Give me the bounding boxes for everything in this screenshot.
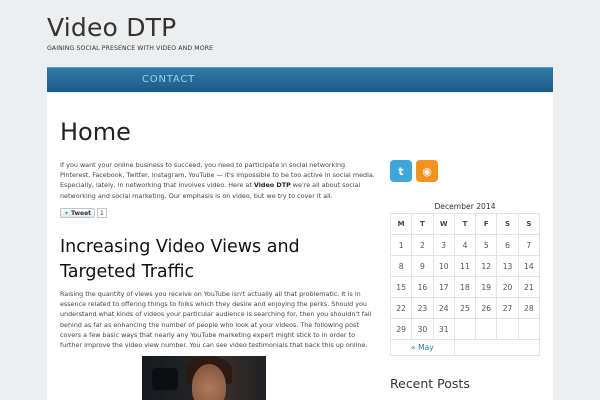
calendar-prev-link[interactable]: « May (411, 343, 434, 352)
calendar-day: 11 (453, 255, 477, 277)
calendar-next-cell (453, 339, 541, 356)
calendar-day: 28 (517, 297, 541, 319)
calendar-caption: December 2014 (434, 202, 496, 211)
calendar-day: 14 (517, 255, 541, 277)
calendar-day: 3 (432, 234, 455, 256)
calendar-week: 15 16 17 18 19 20 21 (389, 276, 541, 298)
calendar-day: 18 (453, 276, 477, 298)
social-icons: t ◉ (390, 160, 438, 182)
twitter-bird-icon: ✦ (64, 209, 70, 217)
post-title[interactable]: Increasing Video Views and Targeted Traf… (60, 235, 360, 285)
calendar-week: 29 30 31 (389, 318, 541, 340)
page-title: Home (60, 118, 131, 146)
calendar-day: 5 (475, 234, 498, 256)
calendar-day: 9 (411, 255, 434, 277)
calendar-widget: December 2014 M T W T F S S 1 2 3 4 5 6 … (389, 200, 541, 356)
main-nav: CONTACT (47, 67, 553, 92)
calendar-day (496, 318, 519, 340)
tweet-count: 1 (97, 208, 107, 218)
rss-icon[interactable]: ◉ (416, 160, 438, 182)
site-title[interactable]: Video DTP (47, 12, 213, 44)
calendar-day: 22 (389, 297, 413, 319)
camera-shape (152, 368, 178, 390)
calendar-day: 1 (389, 234, 413, 256)
calendar-day: 25 (453, 297, 477, 319)
calendar-day: 6 (496, 234, 519, 256)
post-featured-image (142, 356, 266, 400)
calendar-day: 20 (496, 276, 519, 298)
weekday-header: M (389, 213, 413, 235)
weekday-header: S (496, 213, 519, 235)
calendar-day: 27 (496, 297, 519, 319)
calendar-day (517, 318, 541, 340)
calendar-day: 21 (517, 276, 541, 298)
calendar-day: 16 (411, 276, 434, 298)
calendar-week: 22 23 24 25 26 27 28 (389, 297, 541, 319)
tweet-button[interactable]: ✦ Tweet (60, 208, 96, 218)
calendar-weekdays: M T W T F S S (389, 213, 541, 235)
calendar-day: 29 (389, 318, 413, 340)
calendar-day (475, 318, 498, 340)
calendar-day: 2 (411, 234, 434, 256)
twitter-icon[interactable]: t (390, 160, 412, 182)
nav-item-contact[interactable]: CONTACT (142, 74, 195, 85)
face-shape (192, 364, 226, 400)
calendar-day: 4 (453, 234, 477, 256)
calendar-day: 12 (475, 255, 498, 277)
intro-brand: Video DTP (253, 181, 291, 190)
weekday-header: W (432, 213, 455, 235)
site-header: Video DTP GAINING SOCIAL PRESENCE WITH V… (47, 12, 213, 52)
intro-text: If you want your online business to succ… (60, 160, 375, 201)
calendar-day: 7 (517, 234, 541, 256)
weekday-header: T (453, 213, 477, 235)
post-body: Raising the quantity of views you receiv… (60, 290, 372, 350)
calendar-prev-cell: « May (390, 339, 455, 356)
weekday-header: S (517, 213, 541, 235)
calendar-nav: « May (390, 339, 541, 356)
calendar-day: 13 (496, 255, 519, 277)
calendar-day: 31 (432, 318, 455, 340)
calendar-day: 15 (389, 276, 413, 298)
calendar-table: M T W T F S S 1 2 3 4 5 6 7 8 9 10 11 12… (389, 213, 541, 356)
calendar-week: 1 2 3 4 5 6 7 (389, 234, 541, 256)
calendar-day: 8 (389, 255, 413, 277)
calendar-day: 23 (411, 297, 434, 319)
site-tagline: GAINING SOCIAL PRESENCE WITH VIDEO AND M… (47, 45, 214, 52)
calendar-day (453, 318, 477, 340)
calendar-day: 10 (432, 255, 455, 277)
calendar-week: 8 9 10 11 12 13 14 (389, 255, 541, 277)
tweet-label: Tweet (71, 209, 92, 217)
calendar-day: 24 (432, 297, 455, 319)
calendar-day: 30 (411, 318, 434, 340)
weekday-header: F (475, 213, 498, 235)
weekday-header: T (411, 213, 434, 235)
calendar-day: 19 (475, 276, 498, 298)
tweet-share: ✦ Tweet 1 (60, 208, 107, 218)
calendar-day: 26 (475, 297, 498, 319)
content-area: Home If you want your online business to… (47, 93, 553, 400)
calendar-day: 17 (432, 276, 455, 298)
recent-posts-heading: Recent Posts (390, 376, 470, 391)
